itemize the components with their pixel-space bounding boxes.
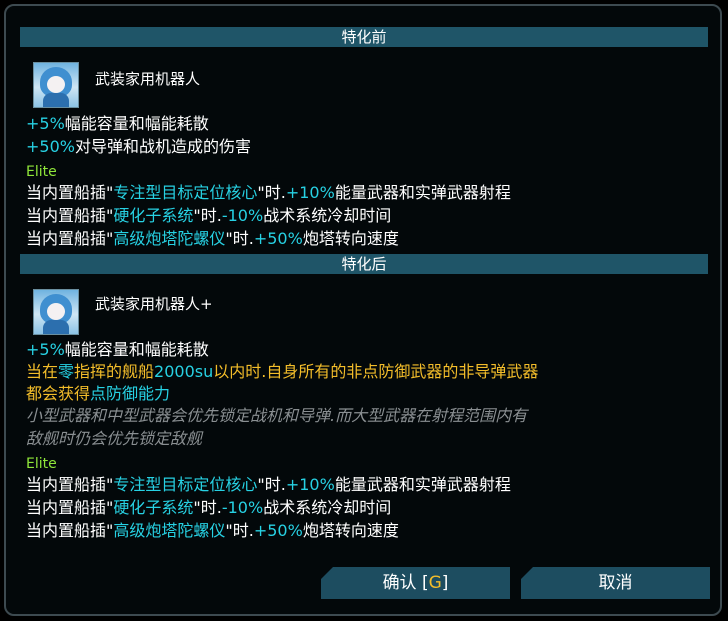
hotkey-label: G (428, 573, 442, 593)
after-section-header: 特化后 (20, 254, 708, 274)
flavor-text-line: 敌舰时仍会优先锁定敌舰 (26, 429, 203, 448)
effect-line: +5%幅能容量和幅能耗散 (26, 114, 209, 133)
skill-portrait-icon (33, 289, 79, 335)
special-effect-line: 当在零指挥的舰船2000su以内时.自身所有的非点防御武器的非导弹武器 (26, 362, 539, 381)
effect-line: +5%幅能容量和幅能耗散 (26, 340, 209, 359)
before-section-header: 特化前 (20, 27, 708, 47)
elite-effect-line: 当内置船插"高级炮塔陀螺仪"时.+50%炮塔转向速度 (26, 229, 399, 248)
confirm-button[interactable]: 确认 [G] (321, 567, 510, 599)
effect-line: +50%对导弹和战机造成的伤害 (26, 137, 251, 156)
skill-name: 武装家用机器人 (95, 70, 201, 88)
elite-effect-line: 当内置船插"硬化子系统"时.-10%战术系统冷却时间 (26, 206, 392, 225)
skill-portrait-icon (33, 62, 79, 108)
elite-effect-line: 当内置船插"专注型目标定位核心"时.+10%能量武器和实弹武器射程 (26, 475, 511, 494)
elite-effect-line: 当内置船插"专注型目标定位核心"时.+10%能量武器和实弹武器射程 (26, 183, 511, 202)
elite-label: Elite (26, 164, 57, 180)
elite-effect-line: 当内置船插"高级炮塔陀螺仪"时.+50%炮塔转向速度 (26, 521, 399, 540)
flavor-text-line: 小型武器和中型武器会优先锁定战机和导弹.而大型武器在射程范围内有 (26, 406, 528, 425)
cancel-button[interactable]: 取消 (521, 567, 710, 599)
special-effect-line: 都会获得点防御能力 (26, 384, 171, 403)
elite-label: Elite (26, 456, 57, 472)
elite-effect-line: 当内置船插"硬化子系统"时.-10%战术系统冷却时间 (26, 498, 392, 517)
skill-name: 武装家用机器人+ (95, 295, 213, 313)
